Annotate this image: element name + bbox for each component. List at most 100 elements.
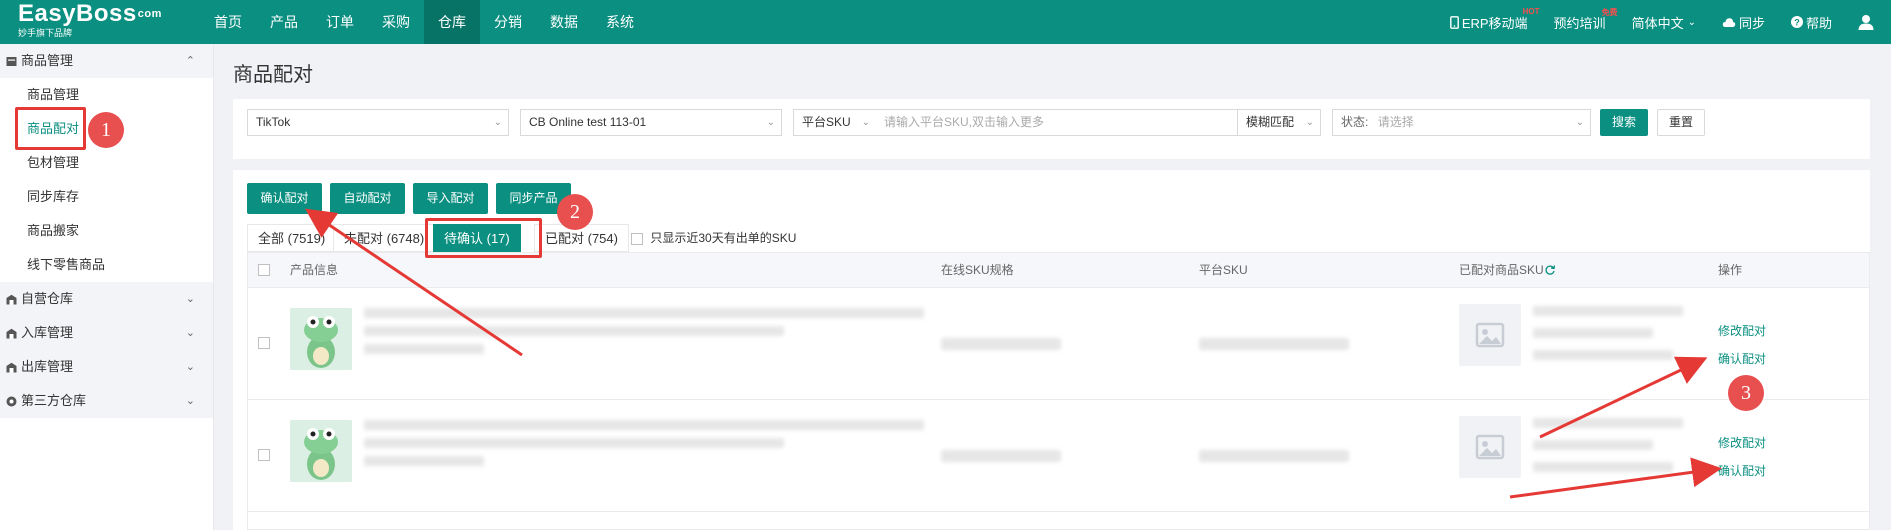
row-checkbox[interactable] [258,449,270,461]
shop-select[interactable]: CB Online test 113-01 ⌄ [520,109,782,136]
paired-sku-extra-redacted [1533,462,1673,472]
sidebar-group-third-party[interactable]: 第三方仓库 ⌄ [0,384,213,418]
sidebar-group-products[interactable]: 商品管理 ⌃ [0,44,213,78]
col-product-info: 产品信息 [290,263,339,277]
nav-orders[interactable]: 订单 [312,0,368,44]
mobile-icon [1449,15,1459,29]
platform-sku-redacted [1199,338,1349,350]
sidebar-item-packaging[interactable]: 包材管理 [0,146,213,180]
status-select[interactable]: 状态: 请选择 ⌄ [1332,109,1591,136]
sync-button[interactable]: 同步 [1722,13,1765,32]
top-right-menu: ERP移动端 HOT 预约培训 免费 简体中文 ⌄ 同步 ? 帮助 [1424,0,1877,44]
status-label: 状态: [1341,115,1369,129]
sku-input[interactable]: 请输入平台SKU,双击输入更多 [876,109,1238,136]
product-icon [6,56,17,66]
frog-toy-image [290,308,352,370]
sidebar-item-product-move[interactable]: 商品搬家 [0,214,213,248]
logo[interactable]: EasyBosscom 妙手旗下品牌 [18,2,168,42]
chevron-down-icon: ⌄ [861,117,870,128]
help-icon: ? [1790,16,1803,28]
sidebar-item-sync-stock[interactable]: 同步库存 [0,180,213,214]
paired-image-placeholder [1459,416,1521,478]
confirm-pairing-link[interactable]: 确认配对 [1718,350,1766,367]
nav-warehouse[interactable]: 仓库 [424,0,480,44]
col-online-sku-spec: 在线SKU规格 [941,263,1014,277]
language-select[interactable]: 简体中文 ⌄ [1632,13,1696,32]
help-label: 帮助 [1805,15,1832,31]
nav-data[interactable]: 数据 [536,0,592,44]
nav-products[interactable]: 产品 [256,0,312,44]
sidebar-group-label: 商品管理 [21,53,74,68]
sync-label: 同步 [1738,15,1765,31]
annotation-box-sidebar [15,107,86,150]
match-mode-select[interactable]: 模糊匹配 ⌄ [1237,109,1321,136]
sku-type-select[interactable]: 平台SKU ⌄ [793,109,877,136]
confirm-pairing-button[interactable]: 确认配对 [247,183,322,214]
reset-button[interactable]: 重置 [1657,109,1705,136]
chevron-down-icon: ⌄ [1575,117,1584,128]
nav-distribution[interactable]: 分销 [480,0,536,44]
product-detail-redacted [364,438,784,448]
table-row: 修改配对 确认配对 [248,399,1869,511]
modify-pairing-link[interactable]: 修改配对 [1718,322,1766,339]
sidebar-group-outbound[interactable]: 出库管理 ⌄ [0,350,213,384]
col-platform-sku: 平台SKU [1199,263,1248,277]
paired-sku-redacted [1533,306,1683,316]
tab-unpaired[interactable]: 未配对 (6748) [333,224,436,252]
select-all-checkbox[interactable] [258,264,270,276]
annotation-step-3: 3 [1728,375,1764,411]
erp-mobile-label: ERP移动端 [1461,15,1528,31]
match-mode-value: 模糊匹配 [1246,115,1295,129]
chevron-down-icon: ⌄ [493,117,502,128]
chevron-down-icon: ⌄ [1687,16,1696,28]
paired-sku-redacted [1533,418,1683,428]
language-label: 简体中文 [1631,15,1684,31]
table-row: 修改配对 确认配对 [248,287,1869,399]
online-sku-spec-redacted [941,450,1061,462]
modify-pairing-link[interactable]: 修改配对 [1718,434,1766,451]
tab-all[interactable]: 全部 (7519) [247,224,337,252]
free-badge: 免费 [1601,7,1618,17]
nav-home[interactable]: 首页 [200,0,256,44]
logo-brand: EasyBoss [18,0,137,27]
product-thumbnail [290,308,352,370]
sidebar-group-label: 入库管理 [21,325,74,340]
training-link[interactable]: 预约培训 免费 [1553,8,1618,32]
product-detail-redacted [364,326,784,336]
auto-pairing-button[interactable]: 自动配对 [330,183,405,214]
recent-sku-checkbox[interactable] [631,232,643,245]
paired-sku-detail-redacted [1533,328,1653,338]
col-paired-product-sku: 已配对商品SKU [1459,263,1544,277]
hot-badge: HOT [1522,6,1540,16]
search-button[interactable]: 搜索 [1600,109,1648,136]
image-placeholder-icon [1475,322,1505,348]
nav-system[interactable]: 系统 [592,0,648,44]
logo-mark: com [137,8,162,20]
chevron-down-icon: ⌄ [185,395,195,407]
user-avatar[interactable] [1858,14,1877,30]
platform-select[interactable]: TikTok ⌄ [247,109,509,136]
sidebar-item-offline-retail[interactable]: 线下零售商品 [0,248,213,282]
product-title-redacted [364,420,924,430]
sidebar-group-own-warehouse[interactable]: 自营仓库 ⌄ [0,282,213,316]
logo-subtitle: 妙手旗下品牌 [18,28,73,38]
product-id-redacted [364,456,484,466]
page-title: 商品配对 [233,64,313,86]
svg-text:?: ? [1794,17,1800,27]
top-bar: EasyBosscom 妙手旗下品牌 首页 产品 订单 采购 仓库 分销 数据 … [0,0,1891,44]
col-operations: 操作 [1718,263,1743,277]
training-label: 预约培训 [1553,15,1606,31]
erp-mobile-link[interactable]: ERP移动端 HOT [1449,7,1540,32]
confirm-pairing-link[interactable]: 确认配对 [1718,462,1766,479]
nav-purchase[interactable]: 采购 [368,0,424,44]
refresh-icon[interactable] [1545,265,1555,275]
import-pairing-button[interactable]: 导入配对 [413,183,488,214]
product-thumbnail [290,420,352,482]
row-checkbox[interactable] [258,337,270,349]
image-placeholder-icon [1475,434,1505,460]
annotation-box-tab [425,218,542,258]
recent-sku-filter[interactable]: 只显示近30天有出单的SKU [631,224,796,252]
help-button[interactable]: ? 帮助 [1790,13,1832,32]
pairing-table: 产品信息 在线SKU规格 平台SKU 已配对商品SKU 操作 修改配对 确认配对… [247,252,1870,530]
sidebar-group-inbound[interactable]: 入库管理 ⌄ [0,316,213,350]
